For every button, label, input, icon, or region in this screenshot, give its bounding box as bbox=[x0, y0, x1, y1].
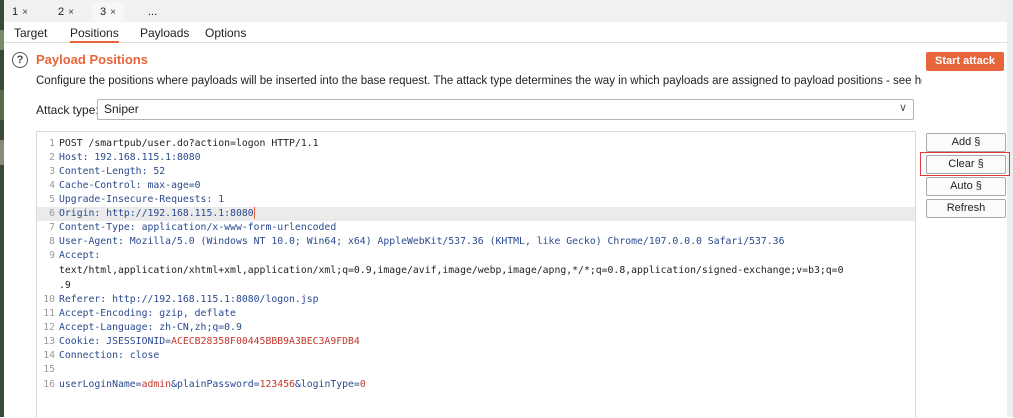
line-text: text/html,application/xhtml+xml,applicat… bbox=[59, 265, 844, 276]
add-marker-button[interactable]: Add § bbox=[926, 133, 1006, 152]
line-text: User-Agent: Mozilla/5.0 (Windows NT 10.0… bbox=[59, 236, 785, 247]
line-text: Cookie: JSESSIONID=ACECB28358F00445BBB9A… bbox=[59, 335, 360, 349]
line-text: Upgrade-Insecure-Requests: 1 bbox=[59, 194, 225, 205]
line-number: 8 bbox=[49, 236, 55, 247]
refresh-button[interactable]: Refresh bbox=[926, 199, 1006, 218]
request-line-current: 6 Origin: http://192.168.115.1:8080 bbox=[37, 207, 915, 221]
attack-type-label: Attack type: bbox=[36, 103, 99, 117]
request-line: 12 Accept-Language: zh-CN,zh;q=0.9 bbox=[37, 321, 915, 335]
tab-label: 1 bbox=[12, 6, 19, 18]
line-number: 14 bbox=[43, 350, 55, 361]
request-line-body: 16 userLoginName=admin&plainPassword=1234… bbox=[37, 378, 915, 392]
param-value: 0 bbox=[359, 379, 366, 390]
line-number: 12 bbox=[43, 322, 55, 333]
highlight-rectangle bbox=[920, 152, 1010, 176]
auto-marker-button[interactable]: Auto § bbox=[926, 177, 1006, 196]
request-line: 15 bbox=[37, 363, 915, 377]
line-number: 4 bbox=[49, 180, 55, 191]
line-text: Content-Type: application/x-www-form-url… bbox=[59, 222, 337, 233]
line-text: Accept-Encoding: gzip, deflate bbox=[59, 308, 236, 319]
line-text: Referer: http://192.168.115.1:8080/logon… bbox=[59, 294, 319, 305]
line-number: 1 bbox=[49, 138, 55, 149]
line-number: 7 bbox=[49, 222, 55, 233]
request-line-wrap: .9 bbox=[37, 279, 915, 293]
request-line-wrap: text/html,application/xhtml+xml,applicat… bbox=[37, 264, 915, 278]
request-line: 5 Upgrade-Insecure-Requests: 1 bbox=[37, 193, 915, 207]
param-key: &loginType= bbox=[294, 379, 360, 390]
param-value: admin bbox=[141, 379, 172, 390]
tab-label: 2 bbox=[58, 6, 65, 18]
new-tab-button[interactable]: ... bbox=[148, 2, 157, 22]
request-tab-1[interactable]: 1 × bbox=[12, 2, 28, 22]
close-icon[interactable]: × bbox=[110, 7, 116, 18]
left-window-edge bbox=[0, 0, 4, 417]
cookie-key: Cookie: JSESSIONID= bbox=[59, 336, 172, 347]
line-number: 3 bbox=[49, 166, 55, 177]
line-text: Accept-Language: zh-CN,zh;q=0.9 bbox=[59, 322, 242, 333]
section-description: Configure the positions where payloads w… bbox=[36, 75, 922, 87]
request-line: 1 POST /smartpub/user.do?action=logon HTT… bbox=[37, 137, 915, 151]
section-title: Payload Positions bbox=[36, 52, 148, 67]
origin-text: Origin: http://192.168.115.1:8080 bbox=[59, 208, 254, 219]
line-text: userLoginName=admin&plainPassword=123456… bbox=[59, 378, 366, 392]
chevron-down-icon: ∨ bbox=[898, 102, 907, 114]
request-line: 11 Accept-Encoding: gzip, deflate bbox=[37, 307, 915, 321]
intruder-subtab-bar: Target Positions Payloads Options bbox=[4, 22, 1007, 43]
request-line: 3 Content-Length: 52 bbox=[37, 165, 915, 179]
line-number: 5 bbox=[49, 194, 55, 205]
tab-options[interactable]: Options bbox=[205, 25, 246, 41]
line-number: 13 bbox=[43, 336, 55, 347]
request-tab-2[interactable]: 2 × bbox=[58, 2, 74, 22]
request-line: 14 Connection: close bbox=[37, 349, 915, 363]
request-line: 10 Referer: http://192.168.115.1:8080/log… bbox=[37, 293, 915, 307]
help-icon[interactable]: ? bbox=[12, 52, 28, 68]
line-number: 9 bbox=[49, 250, 55, 261]
text-caret bbox=[253, 207, 255, 219]
line-text: Content-Length: 52 bbox=[59, 166, 166, 177]
line-number: 11 bbox=[43, 308, 55, 319]
request-line: 2 Host: 192.168.115.1:8080 bbox=[37, 151, 915, 165]
request-line: 9 Accept: bbox=[37, 249, 915, 263]
line-text: Host: 192.168.115.1:8080 bbox=[59, 152, 201, 163]
tab-label: 3 bbox=[100, 6, 107, 18]
tab-payloads[interactable]: Payloads bbox=[140, 25, 189, 41]
line-text: Cache-Control: max-age=0 bbox=[59, 180, 201, 191]
request-line: 4 Cache-Control: max-age=0 bbox=[37, 179, 915, 193]
right-window-edge bbox=[1007, 0, 1013, 417]
line-number: 16 bbox=[43, 379, 55, 390]
close-icon[interactable]: × bbox=[68, 7, 74, 18]
line-number: 10 bbox=[43, 294, 55, 305]
request-tab-bar: 1 × 2 × 3 × ... bbox=[4, 0, 1007, 24]
line-text: Origin: http://192.168.115.1:8080 bbox=[59, 207, 255, 221]
request-editor[interactable]: 1 POST /smartpub/user.do?action=logon HTT… bbox=[36, 131, 916, 418]
request-line: 8 User-Agent: Mozilla/5.0 (Windows NT 10.… bbox=[37, 235, 915, 249]
request-line: 13 Cookie: JSESSIONID=ACECB28358F00445BBB… bbox=[37, 335, 915, 349]
request-tab-3[interactable]: 3 × bbox=[92, 2, 124, 24]
attack-type-value: Sniper bbox=[104, 102, 139, 116]
line-text: POST /smartpub/user.do?action=logon HTTP… bbox=[59, 138, 319, 149]
cookie-value: ACECB28358F00445BBB9A3BEC3A9FDB4 bbox=[171, 336, 360, 347]
param-key: &plainPassword= bbox=[171, 379, 260, 390]
line-number: 6 bbox=[49, 208, 55, 219]
param-key: userLoginName= bbox=[59, 379, 142, 390]
request-line: 7 Content-Type: application/x-www-form-ur… bbox=[37, 221, 915, 235]
tab-target[interactable]: Target bbox=[14, 25, 47, 41]
line-number: 15 bbox=[43, 364, 55, 375]
param-value: 123456 bbox=[259, 379, 295, 390]
start-attack-button[interactable]: Start attack bbox=[926, 52, 1004, 71]
line-text: .9 bbox=[59, 280, 71, 291]
attack-type-select[interactable]: Sniper ∨ bbox=[97, 99, 914, 120]
tab-positions[interactable]: Positions bbox=[70, 25, 119, 43]
close-icon[interactable]: × bbox=[22, 7, 28, 18]
line-text: Connection: close bbox=[59, 350, 160, 361]
line-number: 2 bbox=[49, 152, 55, 163]
line-text: Accept: bbox=[59, 250, 101, 261]
